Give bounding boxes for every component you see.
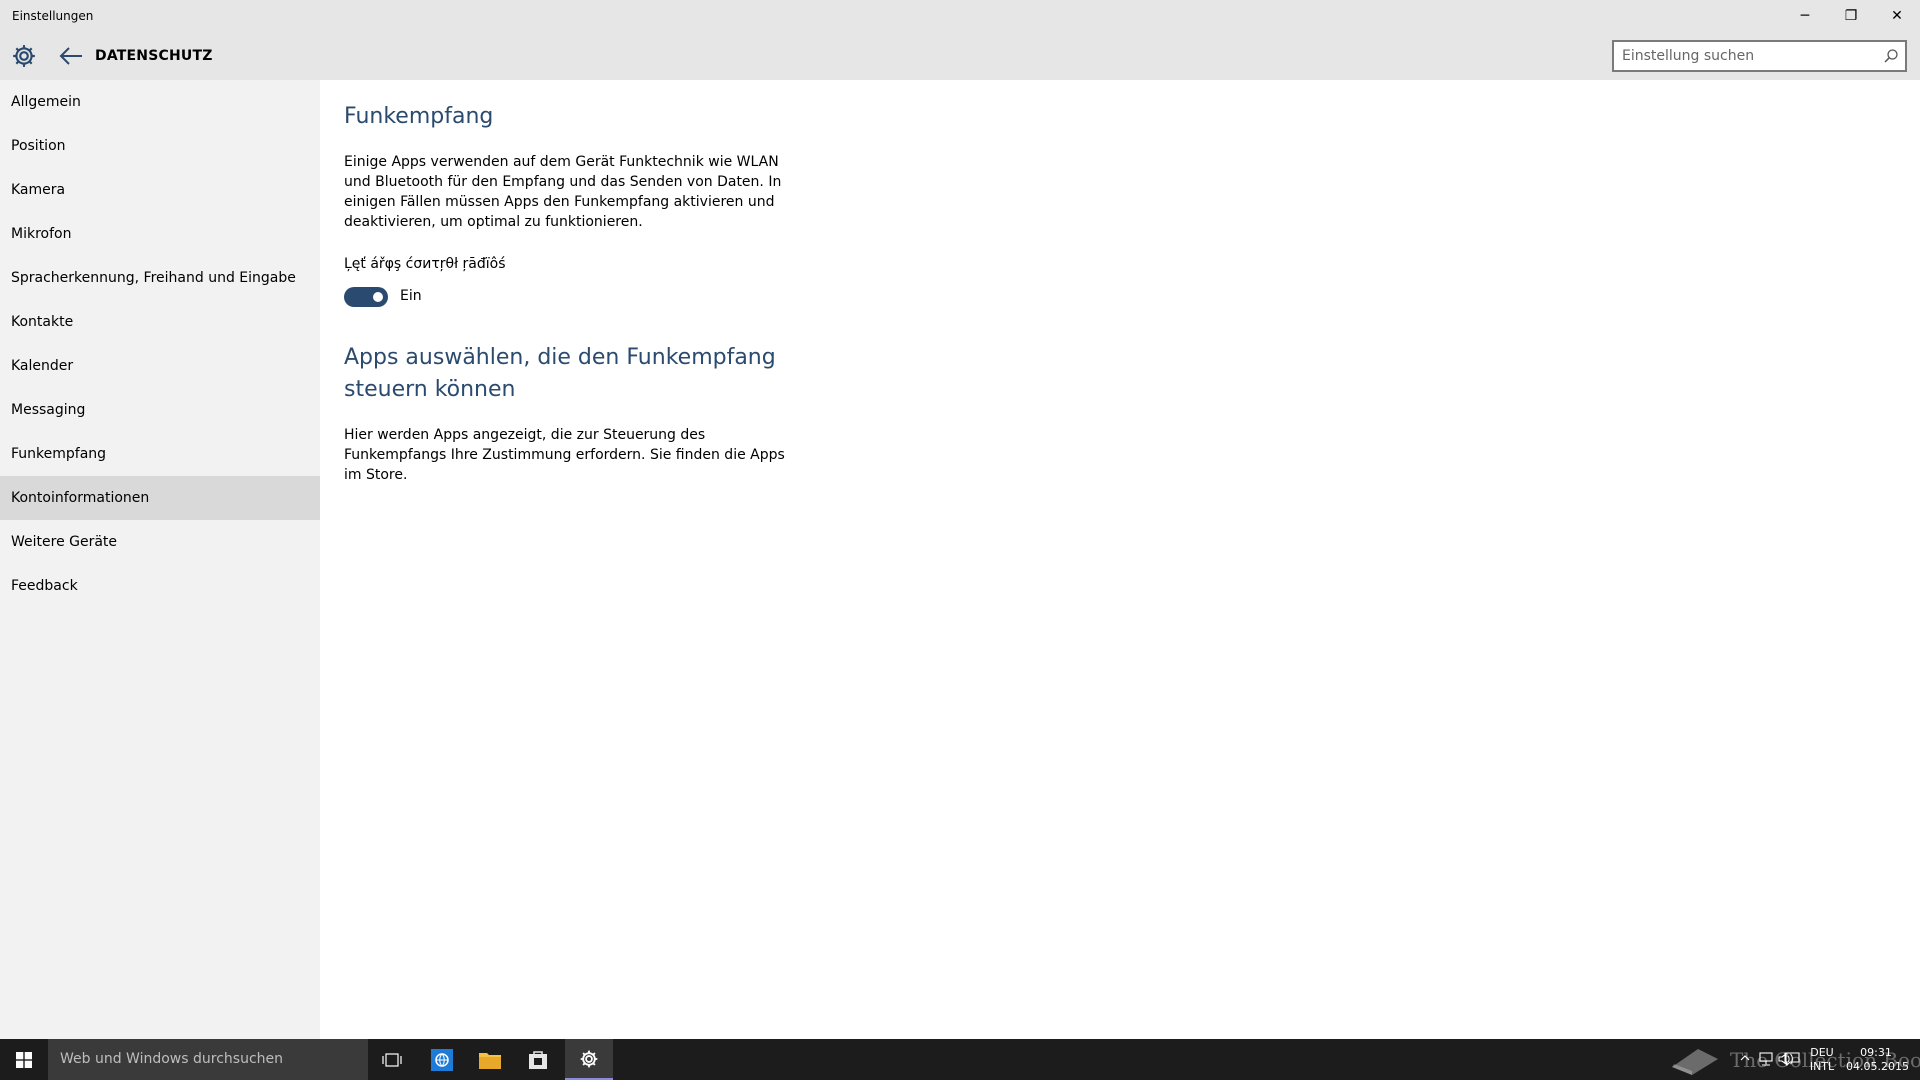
sidebar-item-kalender[interactable]: Kalender	[0, 344, 320, 388]
task-view-button[interactable]	[368, 1039, 416, 1080]
restore-icon: ❐	[1844, 8, 1858, 24]
taskbar-explorer-button[interactable]	[466, 1039, 514, 1080]
windows-logo-icon	[16, 1051, 32, 1068]
sidebar-item-spracherkennung[interactable]: Spracherkennung, Freihand und Eingabe	[0, 256, 320, 300]
action-center-icon[interactable]	[1784, 1052, 1800, 1066]
store-icon	[529, 1050, 547, 1069]
sidebar-item-allgemein[interactable]: Allgemein	[0, 80, 320, 124]
book-logo-icon	[1672, 1049, 1718, 1075]
sidebar-item-kontoinformationen[interactable]: Kontoinformationen	[0, 476, 320, 520]
clock[interactable]: 09:31 04.05.2015	[1846, 1046, 1909, 1074]
folder-icon	[479, 1052, 501, 1069]
sidebar-item-kamera[interactable]: Kamera	[0, 168, 320, 212]
taskbar-store-button[interactable]	[514, 1039, 562, 1080]
toggle-state-label: Ein	[400, 288, 422, 304]
close-icon: ✕	[1891, 8, 1903, 24]
back-arrow-icon[interactable]	[58, 44, 84, 68]
sidebar-item-feedback[interactable]: Feedback	[0, 564, 320, 608]
network-icon[interactable]	[1758, 1052, 1774, 1066]
minimize-icon: ─	[1800, 8, 1810, 24]
keyboard-layout: INTL	[1809, 1060, 1835, 1073]
window-title: Einstellungen	[12, 9, 94, 23]
title-bar: Einstellungen ─ ❐ ✕	[0, 0, 1920, 32]
apps-section-title: Apps auswählen, die den Funkempfang steu…	[344, 345, 776, 402]
maximize-button[interactable]: ❐	[1828, 0, 1874, 32]
section-description: Einige Apps verwenden auf dem Gerät Funk…	[344, 154, 782, 230]
toggle-knob	[373, 292, 383, 302]
chevron-up-icon[interactable]	[1740, 1053, 1750, 1063]
minimize-button[interactable]: ─	[1782, 0, 1828, 32]
close-button[interactable]: ✕	[1874, 0, 1920, 32]
taskbar-settings-button[interactable]	[565, 1039, 613, 1080]
sidebar-item-mikrofon[interactable]: Mikrofon	[0, 212, 320, 256]
input-language-indicator[interactable]: DEU INTL	[1808, 1046, 1836, 1074]
page-title: DATENSCHUTZ	[95, 48, 213, 64]
sidebar-item-position[interactable]: Position	[0, 124, 320, 168]
settings-gear-icon	[580, 1050, 598, 1067]
apps-section-description: Hier werden Apps angezeigt, die zur Steu…	[344, 427, 785, 483]
toggle-label: Ļęť ářφş ćσиτŗθł ŗāđïôś	[344, 256, 506, 272]
sidebar-item-kontakte[interactable]: Kontakte	[0, 300, 320, 344]
radio-control-toggle[interactable]	[344, 287, 388, 307]
sidebar-nav: Allgemein Position Kamera Mikrofon Sprac…	[0, 80, 320, 1039]
search-icon[interactable]	[1883, 48, 1899, 64]
settings-search-input[interactable]	[1622, 47, 1872, 65]
taskbar: Web und Windows durchsuchen The Collecti…	[0, 1039, 1920, 1080]
section-title: Funkempfang	[344, 104, 494, 129]
sidebar-item-funkempfang[interactable]: Funkempfang	[0, 432, 320, 476]
sidebar-item-weitere-geraete[interactable]: Weitere Geräte	[0, 520, 320, 564]
settings-search-box[interactable]	[1612, 40, 1907, 72]
sidebar-item-messaging[interactable]: Messaging	[0, 388, 320, 432]
taskbar-browser-button[interactable]	[418, 1039, 466, 1080]
start-button[interactable]	[0, 1039, 48, 1080]
settings-header: DATENSCHUTZ	[0, 32, 1920, 80]
language-code: DEU	[1810, 1046, 1834, 1059]
clock-date: 04.05.2015	[1846, 1060, 1909, 1073]
task-view-icon	[382, 1052, 402, 1067]
taskbar-search-box[interactable]: Web und Windows durchsuchen	[48, 1039, 368, 1080]
taskbar-search-text: Web und Windows durchsuchen	[60, 1051, 284, 1067]
browser-icon	[431, 1048, 453, 1071]
gear-icon[interactable]	[11, 43, 37, 69]
clock-time: 09:31	[1860, 1046, 1892, 1059]
